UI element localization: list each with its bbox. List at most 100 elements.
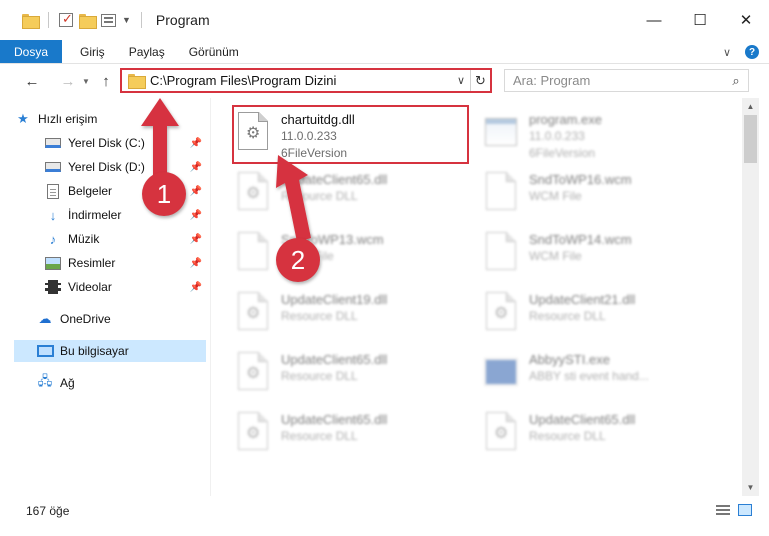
file-type: Resource DLL <box>281 309 358 323</box>
file-tile[interactable]: AbbyySTI.exe ABBY sti event hand... <box>481 348 721 404</box>
file-type: WCM File <box>529 249 582 263</box>
nav-item-pictures[interactable]: Resimler 📌 <box>44 252 206 274</box>
customize-toolbar-icon[interactable] <box>101 13 116 27</box>
tab-home[interactable]: Giriş <box>68 40 117 63</box>
nav-item-onedrive[interactable]: ☁ OneDrive <box>36 308 206 330</box>
nav-item-label: Hızlı erişim <box>38 112 98 126</box>
help-icon[interactable]: ? <box>745 45 759 59</box>
nav-item-local-disk-c[interactable]: Yerel Disk (C:) 📌 <box>44 132 206 154</box>
file-tile[interactable]: SndToWP14.wcm WCM File <box>481 228 721 284</box>
file-tile[interactable]: program.exe 11.0.0.233 6FileVersion <box>481 108 721 164</box>
file-tile[interactable]: ⚙ UpdateClient65.dll Resource DLL <box>233 408 473 464</box>
file-icon <box>481 172 521 220</box>
dll-gear-icon: ⚙ <box>481 292 521 340</box>
pin-icon[interactable]: 📌 <box>190 186 202 197</box>
file-name: program.exe <box>529 112 602 127</box>
pin-icon[interactable]: 📌 <box>190 282 202 293</box>
address-bar[interactable]: C:\Program Files\Program Dizini ∨ ↻ <box>120 68 492 93</box>
file-tile[interactable]: ⚙ UpdateClient21.dll Resource DLL <box>481 288 721 344</box>
dll-gear-icon: ⚙ <box>233 292 273 340</box>
file-name: SndToWP14.wcm <box>529 232 632 247</box>
forward-arrow-icon[interactable]: → <box>56 69 80 93</box>
nav-item-videos[interactable]: Videolar 📌 <box>44 276 206 298</box>
maximize-button[interactable]: ☐ <box>677 0 723 40</box>
file-icon <box>233 232 273 280</box>
pin-icon[interactable]: 📌 <box>190 258 202 269</box>
navigation-bar: ← → ▼ ↑ C:\Program Files\Program Dizini … <box>0 64 769 98</box>
new-folder-icon[interactable] <box>79 13 97 29</box>
file-tile[interactable]: SndToWP16.wcm WCM File <box>481 168 721 224</box>
dll-gear-icon: ⚙ <box>481 412 521 460</box>
properties-check-icon[interactable] <box>59 11 73 27</box>
download-icon: ↓ <box>49 207 57 223</box>
file-description: 6FileVersion <box>529 146 596 160</box>
step-marker-1: 1 <box>142 172 186 216</box>
nav-item-label: Yerel Disk (D:) <box>68 160 145 174</box>
file-tile[interactable]: ⚙ UpdateClient19.dll Resource DLL <box>233 288 473 344</box>
close-button[interactable]: ✕ <box>723 0 769 40</box>
nav-item-label: Ağ <box>60 376 75 390</box>
cloud-icon: ☁ <box>38 311 52 326</box>
nav-item-downloads[interactable]: ↓ İndirmeler 📌 <box>44 204 206 226</box>
pin-icon[interactable]: 📌 <box>190 234 202 245</box>
window-title: Program <box>155 12 210 28</box>
pin-icon[interactable]: 📌 <box>190 162 202 173</box>
file-tile[interactable]: ⚙ UpdateClient65.dll Resource DLL <box>233 168 473 224</box>
documents-icon <box>44 183 62 199</box>
tab-view[interactable]: Görünüm <box>177 40 251 63</box>
nav-item-label: Bu bilgisayar <box>60 344 129 358</box>
search-box[interactable]: ⌕ <box>504 69 749 92</box>
file-tile[interactable]: ⚙ UpdateClient65.dll Resource DLL <box>481 408 721 464</box>
nav-item-network[interactable]: 🖧 Ağ <box>36 372 206 394</box>
file-type: Resource DLL <box>281 189 358 203</box>
details-view-icon[interactable] <box>715 503 731 517</box>
highlight-box <box>232 105 469 164</box>
ribbon-tabs: Dosya Giriş Paylaş Görünüm ∨ ? <box>0 40 769 64</box>
file-name: UpdateClient65.dll <box>281 412 388 427</box>
star-icon: ★ <box>17 111 29 126</box>
scrollbar-thumb[interactable] <box>744 115 757 163</box>
pin-icon[interactable]: 📌 <box>190 138 202 149</box>
expand-ribbon-icon[interactable]: ∨ <box>723 46 731 59</box>
address-dropdown-icon[interactable]: ∨ <box>452 74 470 87</box>
large-icons-view-icon[interactable] <box>737 503 753 517</box>
nav-item-this-pc[interactable]: Bu bilgisayar <box>14 340 206 362</box>
recent-locations-dropdown-icon[interactable]: ▼ <box>80 77 92 86</box>
drive-icon <box>44 135 62 151</box>
navigation-pane: ★ Hızlı erişim Yerel Disk (C:) 📌 Yerel D… <box>0 98 210 496</box>
search-icon[interactable]: ⌕ <box>724 73 748 89</box>
up-arrow-icon[interactable]: ↑ <box>94 69 118 93</box>
file-name: SndToWP16.wcm <box>529 172 632 187</box>
search-input[interactable] <box>505 73 724 88</box>
vertical-scrollbar[interactable]: ▲ ▼ <box>742 98 759 496</box>
minimize-button[interactable]: — <box>631 0 677 40</box>
nav-item-label: Videolar <box>68 280 112 294</box>
refresh-icon[interactable]: ↻ <box>470 70 490 91</box>
film-icon <box>44 279 62 295</box>
dll-gear-icon: ⚙ <box>233 412 273 460</box>
file-name: AbbyySTI.exe <box>529 352 610 367</box>
file-tile[interactable]: ⚙ UpdateClient65.dll Resource DLL <box>233 348 473 404</box>
file-name: UpdateClient65.dll <box>281 352 388 367</box>
back-arrow-icon[interactable]: ← <box>20 69 44 93</box>
nav-item-label: Müzik <box>68 232 100 246</box>
toolbar-separator <box>140 12 142 28</box>
file-name: UpdateClient19.dll <box>281 292 388 307</box>
tab-share[interactable]: Paylaş <box>117 40 177 63</box>
nav-item-quick-access[interactable]: ★ Hızlı erişim <box>14 108 206 130</box>
step-marker-2: 2 <box>276 238 320 282</box>
nav-item-label: Belgeler <box>68 184 113 198</box>
file-name: UpdateClient21.dll <box>529 292 636 307</box>
nav-item-local-disk-d[interactable]: Yerel Disk (D:) 📌 <box>44 156 206 178</box>
qat-dropdown-icon[interactable]: ▼ <box>122 15 131 25</box>
exe-icon <box>481 112 521 160</box>
nav-item-music[interactable]: ♪ Müzik 📌 <box>44 228 206 250</box>
scroll-down-icon[interactable]: ▼ <box>742 479 759 496</box>
address-path[interactable]: C:\Program Files\Program Dizini <box>150 73 452 88</box>
tab-file[interactable]: Dosya <box>0 40 63 63</box>
scroll-up-icon[interactable]: ▲ <box>742 98 759 115</box>
file-type: Resource DLL <box>281 429 358 443</box>
nav-item-label: Resimler <box>68 256 116 270</box>
file-tile[interactable]: SndToWP13.wcm WCM File <box>233 228 473 284</box>
pin-icon[interactable]: 📌 <box>190 210 202 221</box>
